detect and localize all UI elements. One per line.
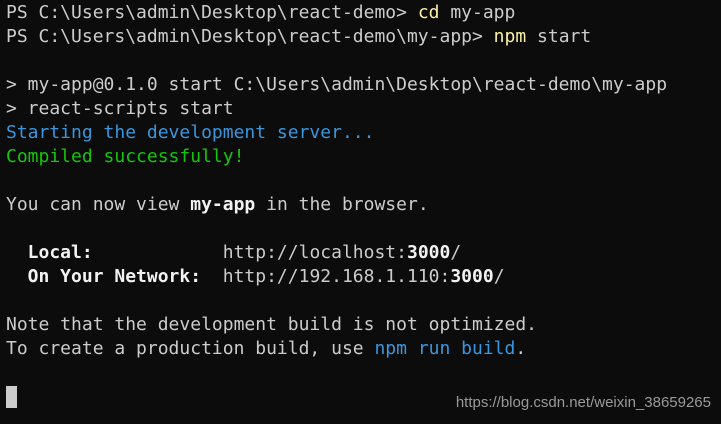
command-args: my-app — [439, 2, 516, 23]
prompt-path: PS C:\Users\admin\Desktop\react-demo\my-… — [6, 26, 494, 47]
command-args: start — [526, 26, 592, 47]
local-url-line: Local: http://localhost:3000/ — [6, 241, 721, 265]
watermark-url: https://blog.csdn.net/weixin_38659265 — [455, 394, 711, 411]
not-optimized-note: Note that the development build is not o… — [6, 314, 538, 335]
npm-script-line: > my-app@0.1.0 start C:\Users\admin\Desk… — [6, 74, 668, 95]
message-text: To create a production build, use — [6, 338, 375, 359]
message-text: in the browser. — [255, 194, 429, 215]
message-text: You can now view — [6, 194, 191, 215]
network-label: On Your Network: — [6, 266, 223, 287]
app-name: my-app — [190, 194, 256, 215]
view-in-browser-message: You can now view my-app in the browser. — [6, 193, 721, 217]
prompt-path: PS C:\Users\admin\Desktop\react-demo> — [6, 2, 418, 23]
compiled-success-message: Compiled successfully! — [6, 146, 245, 167]
local-url[interactable]: http://localhost:3000/ — [223, 242, 461, 263]
production-build-note: To create a production build, use npm ru… — [6, 337, 721, 361]
terminal-window[interactable]: PS C:\Users\admin\Desktop\react-demo> cd… — [0, 0, 721, 424]
network-url-line: On Your Network: http://192.168.1.110:30… — [6, 265, 721, 289]
command-name: npm — [493, 26, 527, 47]
npm-script-command-line: > react-scripts start — [6, 98, 234, 119]
command-name: cd — [417, 2, 440, 23]
network-url[interactable]: http://192.168.1.110:3000/ — [223, 266, 505, 287]
build-command: npm run build — [374, 338, 516, 359]
message-text: . — [515, 338, 527, 359]
local-label: Local: — [6, 242, 223, 263]
text-cursor — [6, 386, 17, 408]
prompt-line-cd: PS C:\Users\admin\Desktop\react-demo> cd… — [6, 1, 721, 25]
starting-server-message: Starting the development server... — [6, 122, 375, 143]
prompt-line-npm-start: PS C:\Users\admin\Desktop\react-demo\my-… — [6, 25, 721, 49]
